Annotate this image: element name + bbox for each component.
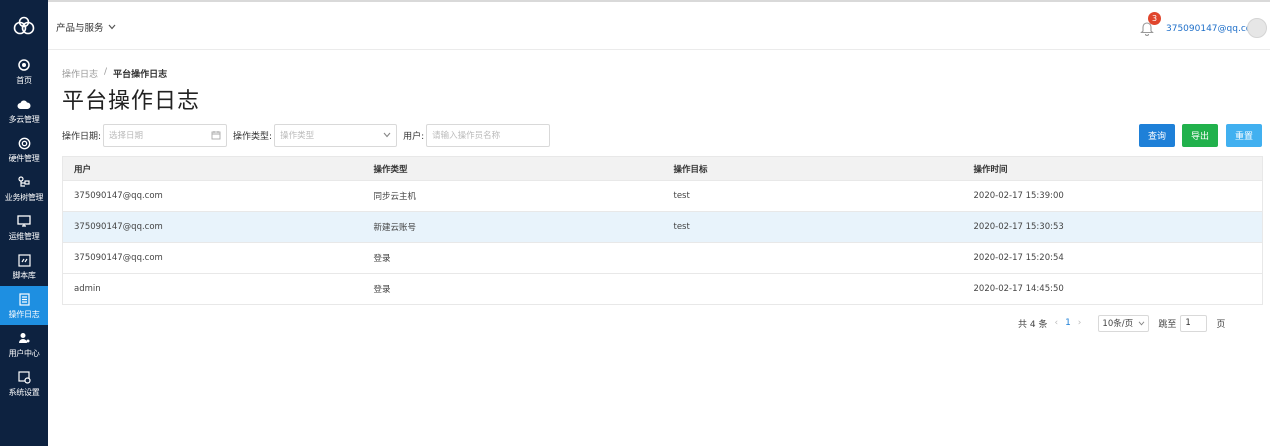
home-icon: [18, 58, 30, 73]
calendar-icon: [211, 131, 221, 140]
page-size-value: 10条/页: [1102, 319, 1134, 329]
monitor-icon: [17, 214, 31, 229]
sidebar-item-hardware[interactable]: 硬件管理: [0, 130, 48, 169]
date-picker-placeholder: 选择日期: [109, 131, 144, 141]
cell-type: 登录: [362, 273, 663, 305]
settings-icon: [17, 370, 31, 385]
main-content: 操作日志 / 平台操作日志 平台操作日志 操作日期: 选择日期 操作类型: 操作…: [48, 52, 1270, 446]
next-page-icon[interactable]: ›: [1078, 318, 1082, 328]
sidebar-item-ops[interactable]: 运维管理: [0, 208, 48, 247]
export-button[interactable]: 导出: [1182, 124, 1218, 147]
table-row[interactable]: 375090147@qq.com 新建云账号 test 2020-02-17 1…: [62, 211, 1263, 243]
page-number-current[interactable]: 1: [1065, 318, 1071, 328]
logo-icon[interactable]: [0, 0, 48, 52]
log-icon: [18, 292, 30, 307]
query-button[interactable]: 查询: [1139, 124, 1175, 147]
product-services-label: 产品与服务: [56, 23, 104, 34]
cell-user: 375090147@qq.com: [62, 211, 363, 243]
user-filter-label: 用户:: [403, 131, 425, 142]
column-header-time[interactable]: 操作时间: [962, 156, 1263, 181]
pagination-total: 共 4 条: [1018, 319, 1048, 330]
cell-type: 新建云账号: [362, 211, 663, 243]
product-services-menu[interactable]: 产品与服务: [56, 20, 116, 34]
chevron-down-icon: [383, 132, 391, 138]
page-title: 平台操作日志: [62, 89, 201, 114]
sidebar-item-user-center[interactable]: 用户中心: [0, 325, 48, 364]
sidebar-item-label: 脚本库: [12, 270, 36, 280]
top-header: 产品与服务 3 375090147@qq.com: [48, 0, 1270, 50]
cell-type: 登录: [362, 242, 663, 274]
hardware-icon: [18, 136, 31, 151]
cell-target: test: [662, 180, 963, 212]
cell-type: 同步云主机: [362, 180, 663, 212]
table-row[interactable]: 375090147@qq.com 同步云主机 test 2020-02-17 1…: [62, 180, 1263, 212]
page-size-select[interactable]: 10条/页: [1098, 314, 1150, 332]
breadcrumb: 操作日志 / 平台操作日志: [62, 67, 167, 80]
user-email-link[interactable]: 375090147@qq.com: [1166, 24, 1260, 34]
column-header-user[interactable]: 用户: [62, 156, 363, 181]
operation-type-placeholder: 操作类型: [280, 131, 315, 141]
filter-bar: 操作日期: 选择日期 操作类型: 操作类型 用户: 请输入操作员名称: [62, 123, 556, 147]
sidebar-item-operation-log[interactable]: 操作日志: [0, 286, 48, 325]
sidebar-item-label: 系统设置: [8, 387, 40, 397]
table-row[interactable]: 375090147@qq.com 登录 2020-02-17 15:20:54: [62, 242, 1263, 274]
script-icon: [17, 253, 31, 268]
cloud-icon: [17, 97, 31, 112]
sidebar-item-multicloud[interactable]: 多云管理: [0, 91, 48, 130]
pagination: 共 4 条 ‹ 1 › 10条/页 跳至 1 页: [1018, 314, 1225, 332]
cell-user: 375090147@qq.com: [62, 180, 363, 212]
cell-target: [662, 273, 963, 305]
operation-log-table: 用户 操作类型 操作目标 操作时间 375090147@qq.com 同步云主机…: [62, 156, 1263, 305]
column-header-target[interactable]: 操作目标: [662, 156, 963, 181]
breadcrumb-parent[interactable]: 操作日志: [62, 67, 98, 80]
sidebar-item-label: 操作日志: [8, 309, 40, 319]
table-row[interactable]: admin 登录 2020-02-17 14:45:50: [62, 273, 1263, 305]
sidebar-item-label: 用户中心: [8, 348, 40, 358]
avatar[interactable]: [1247, 18, 1267, 38]
chevron-down-icon: [1139, 321, 1145, 325]
breadcrumb-separator: /: [104, 67, 108, 77]
chevron-down-icon: [108, 24, 115, 30]
cell-time: 2020-02-17 14:45:50: [962, 273, 1263, 305]
sidebar-item-settings[interactable]: 系统设置: [0, 364, 48, 403]
sidebar-item-scripts[interactable]: 脚本库: [0, 247, 48, 286]
sidebar-item-label: 多云管理: [8, 114, 40, 124]
sidebar-item-home[interactable]: 首页: [0, 52, 48, 91]
column-header-type[interactable]: 操作类型: [362, 156, 663, 181]
cell-time: 2020-02-17 15:39:00: [962, 180, 1263, 212]
cell-target: test: [662, 211, 963, 243]
prev-page-icon[interactable]: ‹: [1054, 318, 1058, 328]
cell-time: 2020-02-17 15:30:53: [962, 211, 1263, 243]
sidebar-item-business-tree[interactable]: 业务树管理: [0, 169, 48, 208]
goto-page-input[interactable]: 1: [1180, 314, 1208, 332]
user-icon: [18, 331, 30, 346]
operation-type-select[interactable]: 操作类型: [274, 123, 398, 147]
breadcrumb-current: 平台操作日志: [113, 70, 168, 80]
reset-button[interactable]: 重置: [1226, 124, 1262, 147]
cell-target: [662, 242, 963, 274]
goto-unit: 页: [1216, 319, 1226, 330]
sidebar-item-label: 硬件管理: [8, 153, 40, 163]
goto-label: 跳至: [1158, 319, 1177, 330]
operator-search-input[interactable]: 请输入操作员名称: [426, 123, 551, 147]
sidebar-item-label: 运维管理: [8, 231, 40, 241]
notification-badge: 3: [1148, 12, 1161, 25]
operator-search-placeholder: 请输入操作员名称: [432, 131, 501, 141]
type-filter-label: 操作类型:: [233, 131, 273, 142]
cell-time: 2020-02-17 15:20:54: [962, 242, 1263, 274]
cell-user: 375090147@qq.com: [62, 242, 363, 274]
sidebar-item-label: 首页: [16, 75, 32, 85]
table-header-row: 用户 操作类型 操作目标 操作时间: [62, 156, 1263, 181]
date-picker[interactable]: 选择日期: [103, 123, 228, 147]
cell-user: admin: [62, 273, 363, 305]
sidebar-item-label: 业务树管理: [4, 192, 44, 202]
date-filter-label: 操作日期:: [62, 131, 102, 142]
sidebar: 首页 多云管理 硬件管理 业务树管理 运维管理 脚本库 操作日志 用户中心 系统…: [0, 0, 48, 446]
tree-icon: [17, 175, 31, 190]
